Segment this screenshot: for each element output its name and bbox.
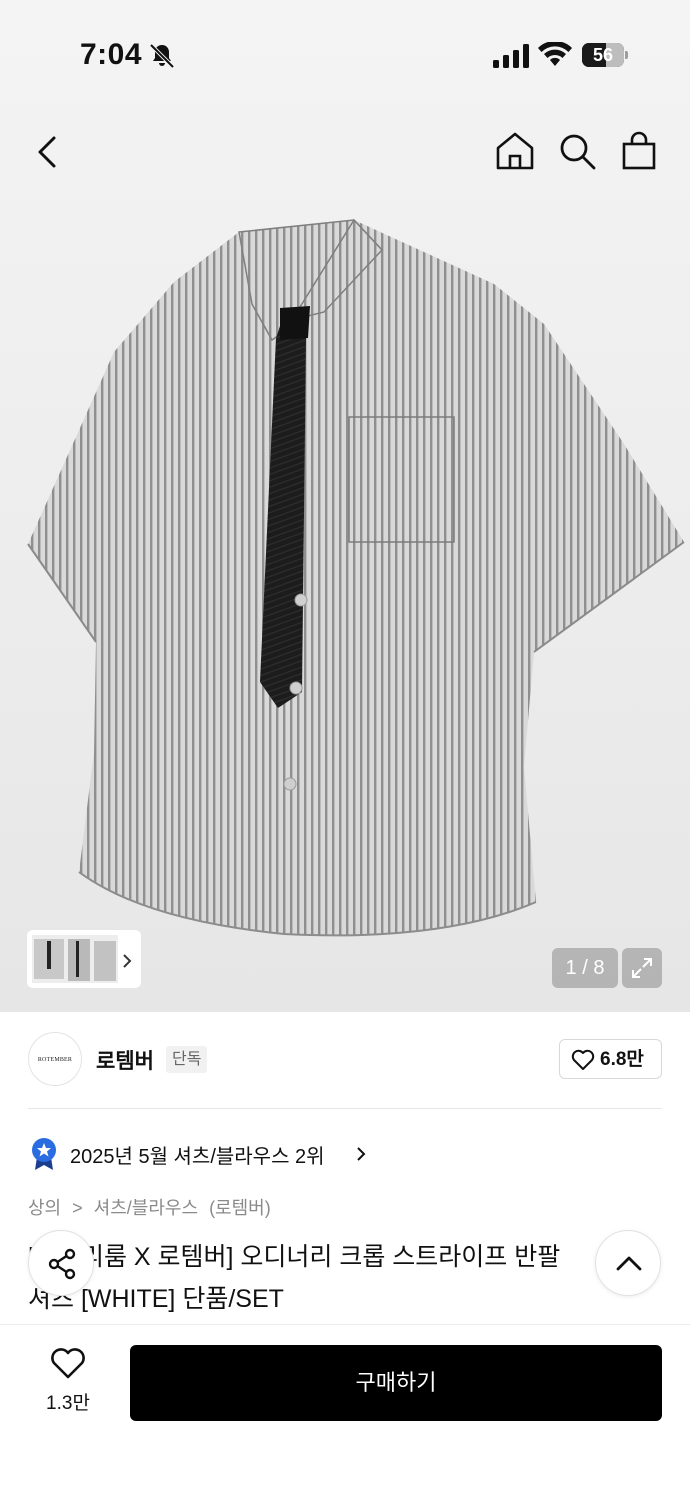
breadcrumb-item[interactable]: 셔츠/블라우스 — [94, 1198, 198, 1218]
buy-button[interactable]: 구매하기 — [130, 1345, 662, 1421]
ranking-link[interactable]: 2025년 5월 셔츠/블라우스 2위 — [70, 1140, 325, 1169]
breadcrumb-item[interactable]: 상의 — [28, 1198, 61, 1218]
breadcrumb-separator: > — [72, 1198, 83, 1218]
bell-slash-icon — [149, 43, 175, 69]
product-image-gallery[interactable]: 7:04 56 1 / 8 — [0, 0, 690, 1012]
battery-level: 56 — [592, 45, 614, 65]
share-button[interactable] — [28, 1230, 94, 1296]
expand-arrows-icon — [632, 958, 652, 978]
brand-name[interactable]: 로템버 — [96, 1045, 154, 1075]
product-title-line: 셔츠 [WHITE] 단품/SET — [28, 1285, 284, 1313]
battery-cap — [625, 51, 628, 59]
exclusive-badge: 단독 — [166, 1046, 208, 1073]
home-icon[interactable] — [494, 130, 536, 172]
thumbnail-image — [32, 935, 118, 983]
breadcrumb: 상의 > 셔츠/블라우스 (로템버) — [28, 1194, 277, 1220]
expand-button[interactable] — [622, 948, 662, 988]
product-title-line: [빅피리룸 X 로템버] 오디너리 크롭 스트라이프 반팔 — [28, 1243, 561, 1271]
product-title: [빅피리룸 X 로템버] 오디너리 크롭 스트라이프 반팔 셔츠 [WHITE]… — [28, 1236, 628, 1320]
battery-body: 56 — [582, 43, 624, 67]
product-image-shirt — [27, 218, 685, 937]
cellular-signal-icon — [493, 44, 529, 68]
heart-outline-icon — [571, 1049, 595, 1070]
brand-like-button[interactable]: 6.8만 — [559, 1039, 662, 1079]
wifi-icon — [538, 42, 572, 66]
star-badge-icon — [32, 1138, 56, 1170]
chevron-up-icon — [616, 1256, 642, 1271]
status-time: 7:04 — [80, 38, 143, 71]
battery-icon: 56 — [582, 43, 628, 67]
brand-like-count: 6.8만 — [600, 1049, 644, 1070]
back-chevron-icon[interactable] — [30, 130, 70, 174]
breadcrumb-item[interactable]: (로템버) — [209, 1198, 271, 1218]
divider — [28, 1108, 662, 1109]
shopping-bag-icon[interactable] — [618, 130, 660, 172]
share-icon — [48, 1248, 76, 1280]
search-icon[interactable] — [556, 130, 598, 172]
status-bar: 7:04 56 — [0, 0, 690, 110]
page-indicator: 1 / 8 — [552, 948, 618, 988]
brand-logo[interactable]: ROTEMBER — [28, 1032, 82, 1086]
chevron-right-icon[interactable] — [355, 1146, 367, 1162]
favorite-count: 1.3만 — [46, 1393, 90, 1414]
scroll-top-button[interactable] — [595, 1230, 661, 1296]
chevron-right-icon[interactable] — [120, 953, 134, 969]
heart-outline-icon[interactable] — [50, 1348, 86, 1380]
